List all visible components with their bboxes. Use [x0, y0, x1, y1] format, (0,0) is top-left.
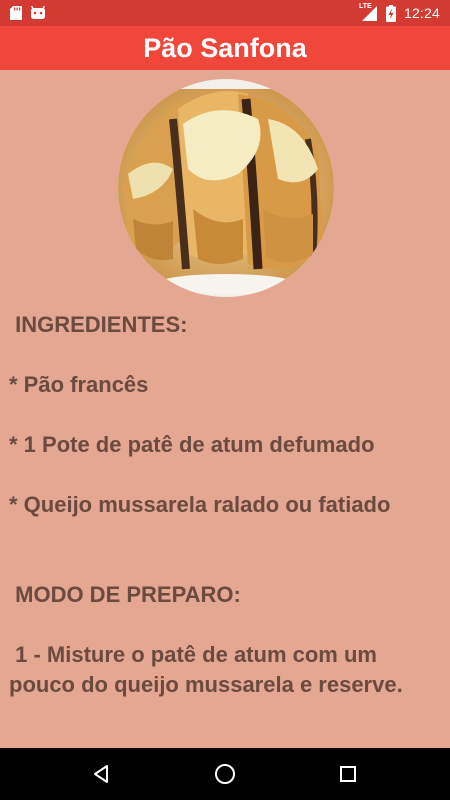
home-icon[interactable] [205, 754, 245, 794]
status-left [10, 6, 46, 20]
preparation-heading: MODO DE PREPARO: [9, 582, 241, 607]
back-icon[interactable] [82, 754, 122, 794]
navigation-bar [0, 748, 450, 800]
recents-icon[interactable] [328, 754, 368, 794]
preparation-step: 1 - Misture o patê de atum com um pouco … [9, 642, 403, 697]
status-right: LTE 12:24 [358, 3, 440, 22]
status-bar: LTE 12:24 [0, 0, 450, 26]
app-bar: Pão Sanfona [0, 26, 450, 70]
sd-card-icon [10, 6, 22, 20]
pao-sanfona-photo [118, 79, 334, 297]
signal-icon: LTE [358, 3, 378, 21]
ingredients-heading: INGREDIENTES: [9, 312, 188, 337]
ingredient-item: * Pão francês [9, 372, 149, 397]
recipe-text: INGREDIENTES: * Pão francês * 1 Pote de … [9, 310, 445, 700]
ingredient-item: * 1 Pote de patê de atum defumado [9, 432, 375, 457]
recipe-scroll-view[interactable]: INGREDIENTES: * Pão francês * 1 Pote de … [0, 70, 450, 748]
network-label: LTE [358, 3, 372, 10]
ingredient-item: * Queijo mussarela ralado ou fatiado [9, 492, 391, 517]
battery-charging-icon [385, 4, 396, 22]
page-title: Pão Sanfona [143, 32, 307, 63]
status-time: 12:24 [403, 5, 440, 21]
android-icon [30, 6, 46, 20]
